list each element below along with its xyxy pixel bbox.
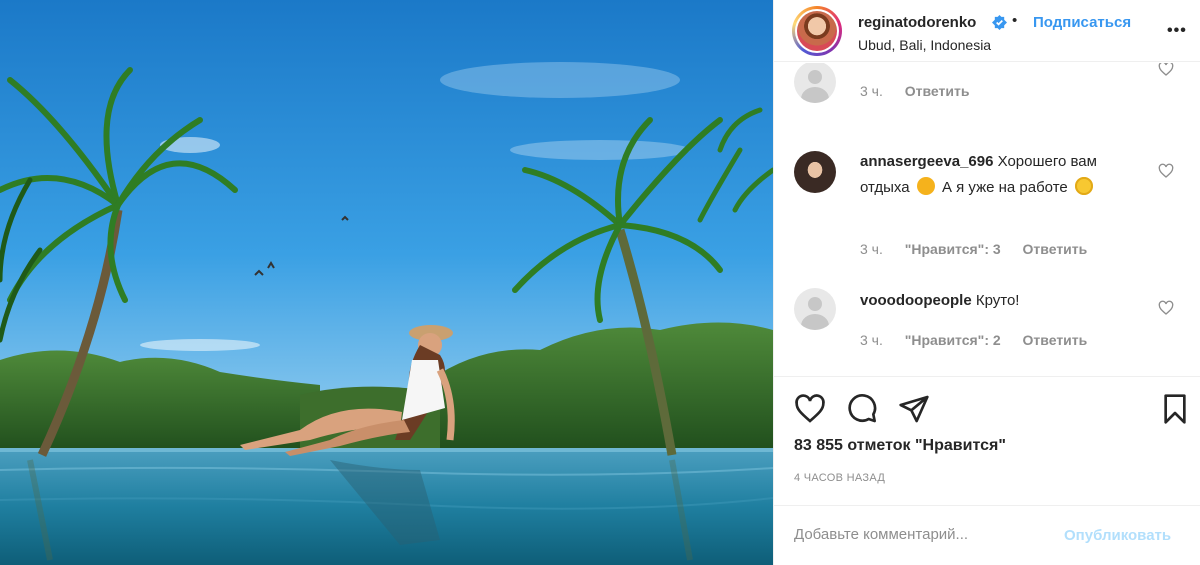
comment-time: 3 ч. <box>860 332 883 348</box>
commenter-avatar[interactable] <box>794 63 836 103</box>
separator-dot: • <box>1012 12 1018 29</box>
reply-button[interactable]: Ответить <box>1023 332 1088 348</box>
commenter-avatar[interactable] <box>794 288 836 330</box>
comment-body: Круто! <box>975 292 1020 309</box>
publish-button[interactable]: Опубликовать <box>1064 527 1171 544</box>
reply-button[interactable]: Ответить <box>905 83 970 99</box>
post-time-ago[interactable]: 4 ЧАСОВ НАЗАД <box>794 472 885 484</box>
commenter-username[interactable]: annasergeeva_696 <box>860 153 993 170</box>
post-panel: reginatodorenko • Подписаться Ubud, Bali… <box>773 0 1200 565</box>
more-options-icon[interactable]: ••• <box>1167 22 1187 40</box>
comment-time: 3 ч. <box>860 241 883 257</box>
post-photo[interactable] <box>0 0 773 565</box>
comment-likes-count[interactable]: "Нравится": 2 <box>905 332 1001 348</box>
reply-button[interactable]: Ответить <box>1023 241 1088 257</box>
comment-like-heart-icon[interactable] <box>1158 163 1174 179</box>
author-avatar[interactable] <box>792 6 842 56</box>
add-comment-bar: Опубликовать <box>774 505 1200 565</box>
heart-icon[interactable] <box>794 393 826 425</box>
flushed-emoji-icon <box>1074 177 1093 195</box>
commenter-avatar[interactable] <box>794 151 836 193</box>
comment-time: 3 ч. <box>860 83 883 99</box>
comments-list[interactable]: 3 ч. Ответить annasergeeva_696 Хорошего … <box>774 63 1200 375</box>
comment-body-part2: А я уже на работе <box>941 179 1068 196</box>
likes-count[interactable]: 83 855 отметок "Нравится" <box>794 437 1006 455</box>
follow-button[interactable]: Подписаться <box>1033 14 1131 31</box>
post-actions: 83 855 отметок "Нравится" 4 ЧАСОВ НАЗАД … <box>774 376 1200 565</box>
bookmark-icon[interactable] <box>1159 393 1191 425</box>
post-location[interactable]: Ubud, Bali, Indonesia <box>858 37 991 53</box>
commenter-username[interactable]: vooodoopeople <box>860 292 972 309</box>
comment-meta: 3 ч. "Нравится": 2 Ответить <box>860 332 1105 348</box>
comment-like-heart-icon[interactable] <box>1158 300 1174 316</box>
post-image <box>0 0 773 565</box>
comment-like-heart-icon[interactable] <box>1158 63 1174 77</box>
verified-badge-icon <box>992 15 1007 30</box>
paper-plane-icon[interactable] <box>898 393 930 425</box>
comment-likes-count[interactable]: "Нравится": 3 <box>905 241 1001 257</box>
comment-text: vooodoopeople Круто! <box>860 288 1130 314</box>
comment-meta: 3 ч. Ответить <box>860 83 987 99</box>
author-username[interactable]: reginatodorenko <box>858 14 976 31</box>
comment-text: annasergeeva_696 Хорошего вам отдыха А я… <box>860 149 1130 201</box>
comment-meta: 3 ч. "Нравится": 3 Ответить <box>860 241 1105 257</box>
comment-bubble-icon[interactable] <box>846 393 878 425</box>
kiss-emoji-icon <box>916 177 935 195</box>
post-header: reginatodorenko • Подписаться Ubud, Bali… <box>774 0 1200 62</box>
comment-input[interactable] <box>794 526 1054 543</box>
